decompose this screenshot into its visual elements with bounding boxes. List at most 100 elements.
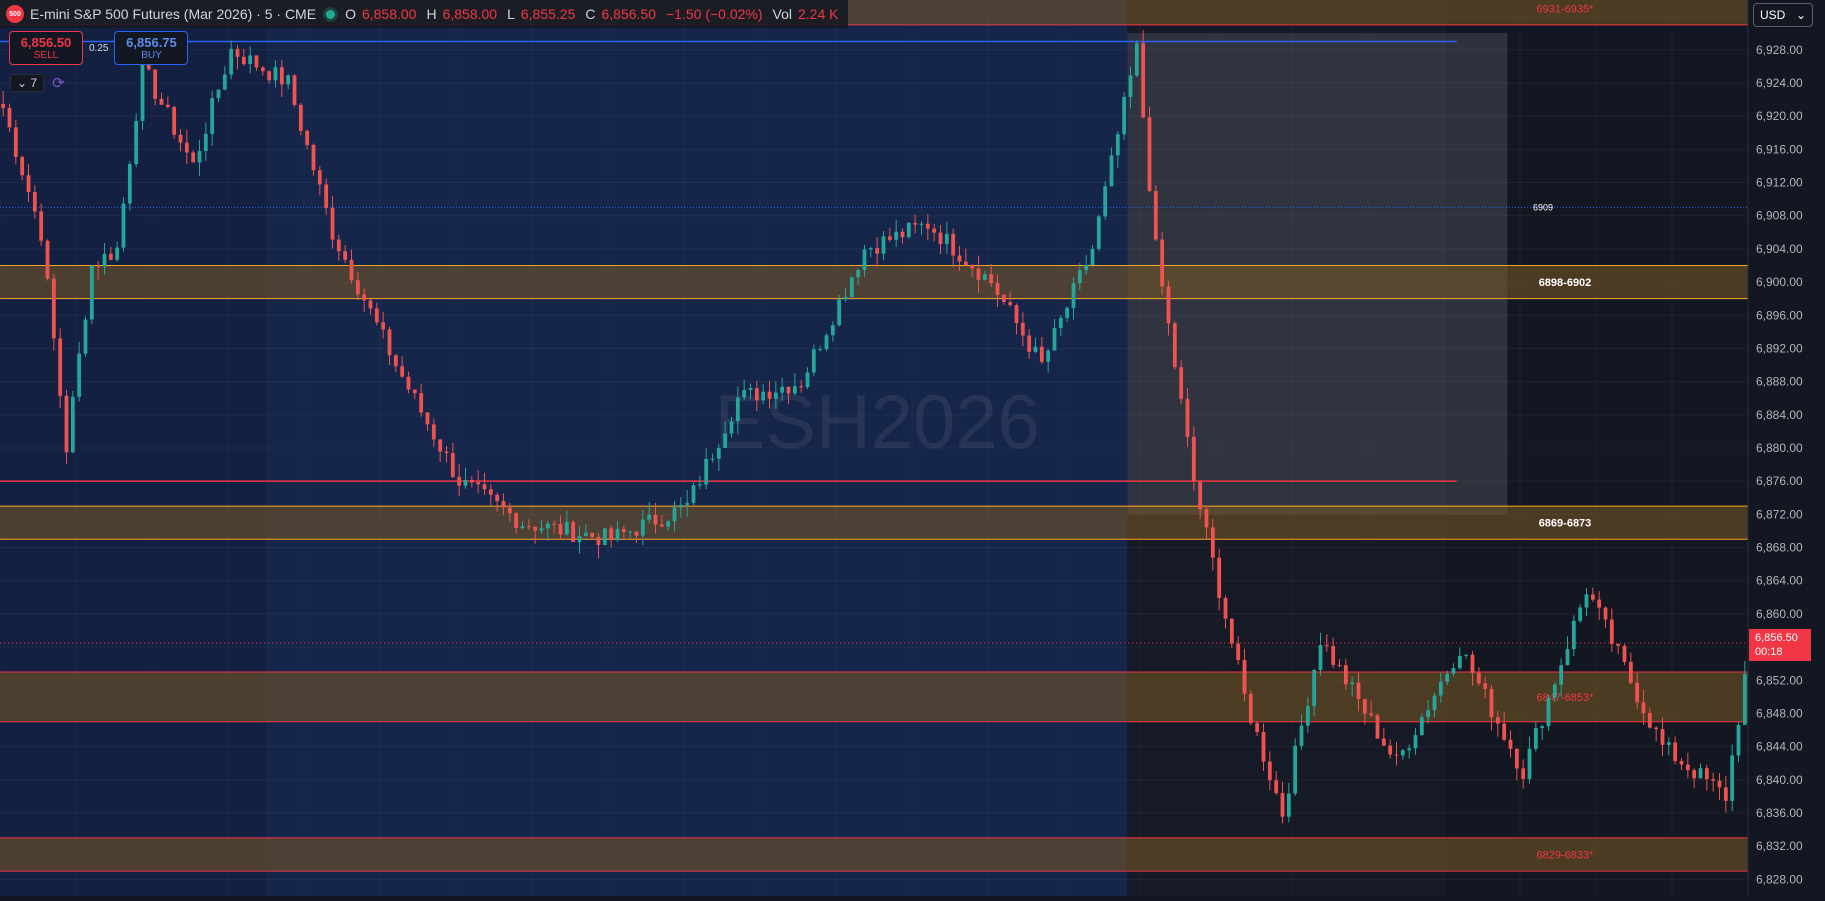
candle-body <box>1742 674 1747 725</box>
candle-body <box>1616 643 1621 646</box>
price-tick-label: 6,864.00 <box>1756 574 1803 588</box>
sell-button[interactable]: 6,856.50 SELL <box>9 31 83 65</box>
candle-body <box>1717 780 1722 788</box>
candle-body <box>1483 683 1488 689</box>
candle-body <box>1394 754 1399 756</box>
candle-body <box>1293 745 1298 794</box>
candle-body <box>894 231 899 240</box>
candle-body <box>165 104 170 108</box>
candle-body <box>1736 724 1741 756</box>
candle-body <box>1476 672 1481 684</box>
zone-label: 6869-6873 <box>1539 518 1592 530</box>
candle-body <box>938 232 943 245</box>
candle-body <box>1432 695 1437 711</box>
candle-body <box>735 397 740 422</box>
candle-body <box>1001 294 1006 303</box>
chart-canvas[interactable]: ESH20266931-6935*6898-69026869-68736847-… <box>0 0 1825 896</box>
candle-body <box>590 532 595 537</box>
price-tick-label: 6,880.00 <box>1756 441 1803 455</box>
candle-body <box>1660 729 1665 745</box>
candle-body <box>501 501 506 508</box>
candle-body <box>1153 190 1158 240</box>
candle-body <box>438 439 443 452</box>
candle-body <box>1457 655 1462 669</box>
candle-body <box>1730 755 1735 801</box>
candle-body <box>767 391 772 399</box>
price-tick-label: 6,832.00 <box>1756 839 1803 853</box>
candle-body <box>773 392 778 399</box>
candle-body <box>1559 665 1564 685</box>
price-tick-label: 6,828.00 <box>1756 872 1803 886</box>
price-tick-label: 6,840.00 <box>1756 773 1803 787</box>
candle-body <box>400 366 405 377</box>
candle-body <box>1540 726 1545 729</box>
price-tick-label: 6,912.00 <box>1756 176 1803 190</box>
symbol-title[interactable]: E-mini S&P 500 Futures (Mar 2026) · 5 · … <box>30 6 316 22</box>
candle-body <box>875 248 880 254</box>
candle-body <box>811 349 816 373</box>
candle-body <box>1 103 6 109</box>
candle-body <box>210 98 215 134</box>
candle-body <box>1312 670 1317 707</box>
candle-body <box>1103 186 1108 217</box>
candle-body <box>1299 725 1304 746</box>
candle-body <box>184 142 189 153</box>
price-tick-label: 6,920.00 <box>1756 109 1803 123</box>
candle-body <box>216 89 221 99</box>
candle-body <box>1008 302 1013 306</box>
candle-body <box>1489 688 1494 718</box>
buy-button[interactable]: 6,856.75 BUY <box>114 31 189 65</box>
candle-body <box>1109 155 1114 187</box>
candle-body <box>1172 323 1177 368</box>
candle-body <box>349 259 354 281</box>
candle-body <box>1090 248 1095 266</box>
candle-body <box>153 69 158 99</box>
ohlc-high-key: H <box>426 6 437 22</box>
candle-body <box>58 338 63 396</box>
candlestick-chart[interactable]: ESH2026 6931-6935* 6898-6902 6869-6873 6847-… <box>0 0 1825 896</box>
price-tick-label: 6,904.00 <box>1756 242 1803 256</box>
candle-body <box>1046 350 1051 362</box>
candle-body <box>571 521 576 542</box>
candle-body <box>1115 134 1120 156</box>
candle-body <box>716 447 721 459</box>
candle-body <box>577 536 582 542</box>
candle-body <box>1242 660 1247 694</box>
candle-body <box>39 211 44 241</box>
candle-body <box>963 261 968 266</box>
candle-body <box>1685 764 1690 771</box>
candle-body <box>203 133 208 151</box>
zone-label: 6829-6833* <box>1537 850 1595 862</box>
ohlc-low-value: 6,855.25 <box>520 6 576 22</box>
candle-body <box>32 191 37 212</box>
indicator-toggle[interactable]: ⌄ 7 <box>10 74 45 92</box>
candle-body <box>450 453 455 477</box>
zone-rect <box>0 672 1748 722</box>
currency-select[interactable]: USD ⌄ <box>1753 3 1813 27</box>
candle-body <box>1324 645 1329 647</box>
candle-body <box>463 480 468 486</box>
candle-body <box>887 236 892 240</box>
candle-body <box>1400 750 1405 756</box>
zone-rect <box>0 506 1748 540</box>
candle-body <box>881 236 886 254</box>
candle-body <box>1255 723 1260 733</box>
candle-body <box>267 71 272 81</box>
buy-label: BUY <box>141 50 162 61</box>
candle-body <box>229 48 234 75</box>
sync-icon[interactable]: ⟳ <box>52 74 65 92</box>
candle-body <box>330 207 335 240</box>
candle-body <box>659 524 664 527</box>
candle-body <box>488 489 493 495</box>
candle-body <box>1552 684 1557 698</box>
candle-body <box>292 75 297 105</box>
candle-body <box>1331 646 1336 665</box>
candle-body <box>1350 682 1355 685</box>
candle-body <box>1020 322 1025 336</box>
candle-body <box>1229 618 1234 644</box>
candle-body <box>412 389 417 394</box>
candle-body <box>406 376 411 390</box>
candle-body <box>134 120 139 165</box>
zone-rect <box>0 265 1748 299</box>
volume-label: Vol <box>772 6 792 22</box>
